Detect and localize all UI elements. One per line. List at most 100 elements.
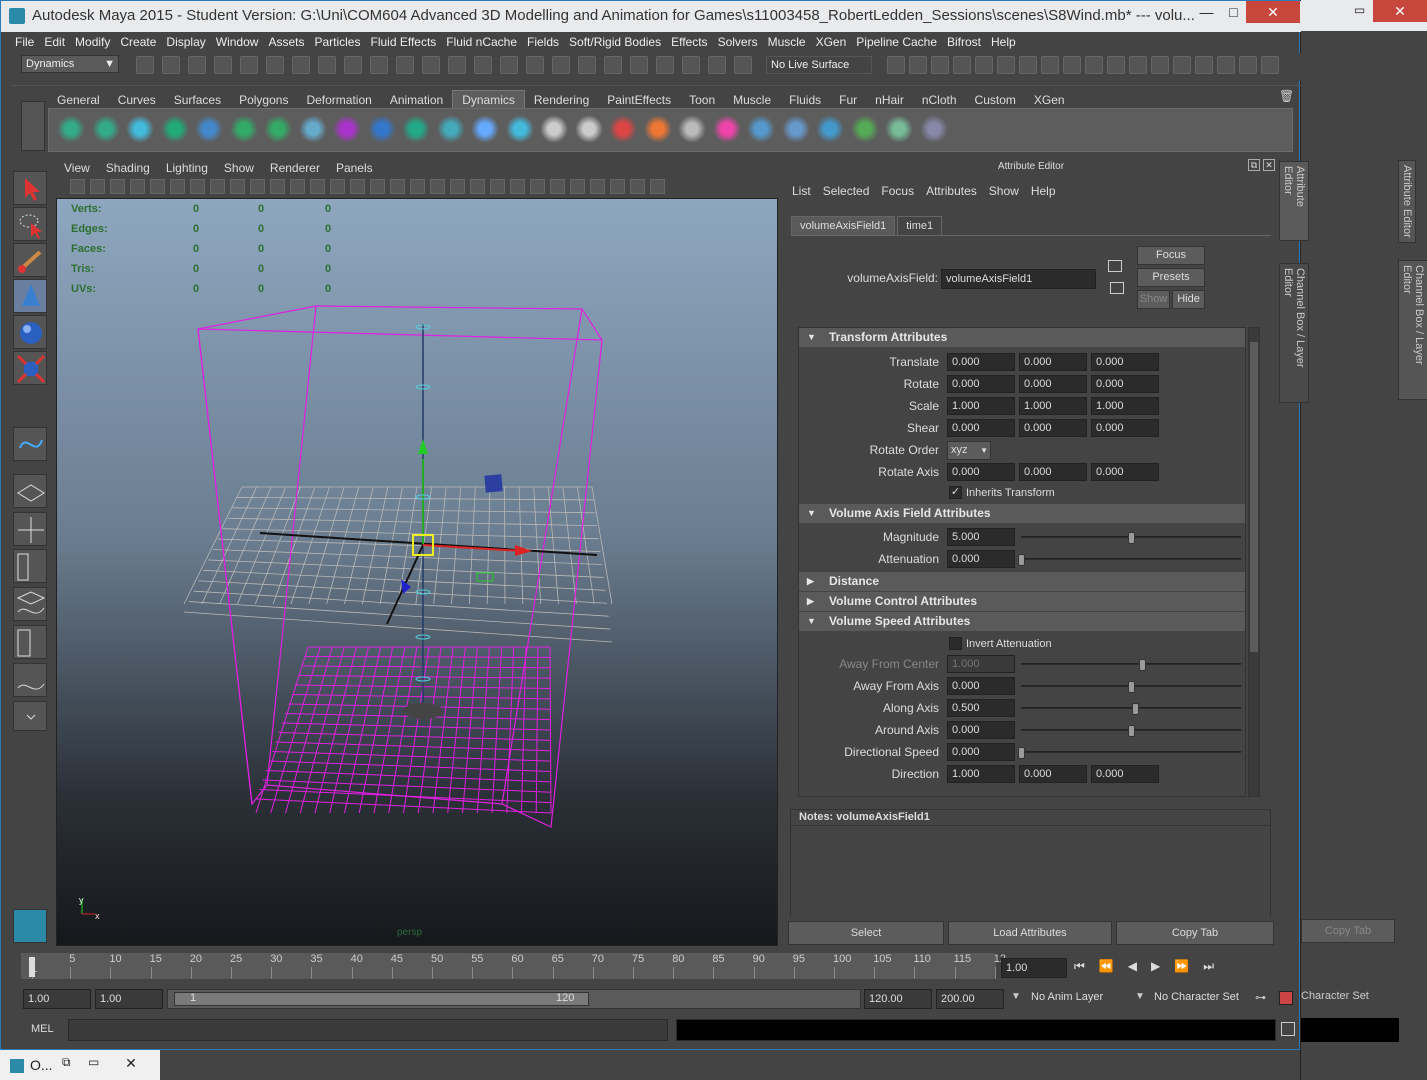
select-button[interactable]: Select bbox=[788, 921, 944, 945]
toolbar-button-icon[interactable] bbox=[318, 56, 336, 74]
toolbar-button-icon[interactable] bbox=[1063, 56, 1081, 74]
shelf-tool-icon[interactable] bbox=[747, 115, 775, 143]
paint-select-icon[interactable] bbox=[13, 243, 47, 277]
trash-icon[interactable]: 🗑 bbox=[1279, 89, 1294, 103]
toolbar-button-icon[interactable] bbox=[240, 56, 258, 74]
lasso-tool-icon[interactable] bbox=[13, 207, 47, 241]
shelf-tool-icon[interactable] bbox=[436, 115, 465, 143]
mel-label[interactable]: MEL bbox=[31, 1023, 54, 1035]
viewport-menu-show[interactable]: Show bbox=[216, 159, 262, 177]
shelf-tab-toon[interactable]: Toon bbox=[680, 91, 724, 109]
toolbar-button-icon[interactable] bbox=[1217, 56, 1235, 74]
viewport-tool-icon[interactable] bbox=[170, 179, 185, 194]
toolbar-button-icon[interactable] bbox=[1041, 56, 1059, 74]
shelf-tool-icon[interactable] bbox=[850, 115, 879, 143]
menu-modify[interactable]: Modify bbox=[71, 33, 116, 51]
viewport-tool-icon[interactable] bbox=[450, 179, 465, 194]
node-tab-volumeaxisfield1[interactable]: volumeAxisField1 bbox=[791, 216, 896, 235]
shelf-tab-curves[interactable]: Curves bbox=[109, 91, 165, 109]
persp-graph-layout-icon[interactable] bbox=[13, 587, 47, 621]
restore-icon[interactable]: ⧉ bbox=[62, 1055, 71, 1070]
rotate-axis-x-field[interactable]: 0.000 bbox=[947, 463, 1015, 481]
shelf-tab-painteffects[interactable]: PaintEffects bbox=[598, 91, 680, 109]
slider-knob[interactable] bbox=[1018, 747, 1025, 759]
viewport-tool-icon[interactable] bbox=[510, 179, 525, 194]
shelf-tab-animation[interactable]: Animation bbox=[381, 91, 452, 109]
chevron-down-icon[interactable]: ▼ bbox=[1135, 991, 1145, 1002]
viewport-tool-icon[interactable] bbox=[390, 179, 405, 194]
viewport-tool-icon[interactable] bbox=[310, 179, 325, 194]
copy-tab-button[interactable]: Copy Tab bbox=[1116, 921, 1274, 945]
around-axis-field[interactable]: 0.000 bbox=[947, 721, 1015, 739]
shear-z-field[interactable]: 0.000 bbox=[1091, 419, 1159, 437]
scale-z-field[interactable]: 1.000 bbox=[1091, 397, 1159, 415]
back-character-set[interactable]: Character Set bbox=[1301, 990, 1369, 1002]
viewport-tool-icon[interactable] bbox=[630, 179, 645, 194]
viewport-tool-icon[interactable] bbox=[270, 179, 285, 194]
attribute-scrollbar[interactable] bbox=[1248, 327, 1260, 797]
menu-bifrost[interactable]: Bifrost bbox=[943, 33, 987, 51]
viewport-tool-icon[interactable] bbox=[570, 179, 585, 194]
toolbar-button-icon[interactable] bbox=[370, 56, 388, 74]
shelf-tool-icon[interactable] bbox=[540, 115, 568, 143]
rotate-y-field[interactable]: 0.000 bbox=[1019, 375, 1087, 393]
along-axis-slider[interactable] bbox=[1021, 703, 1241, 715]
rotate-z-field[interactable]: 0.000 bbox=[1091, 375, 1159, 393]
toolbar-button-icon[interactable] bbox=[682, 56, 700, 74]
play-forward-icon[interactable]: ▶ bbox=[1151, 959, 1174, 973]
toolbar-button-icon[interactable] bbox=[931, 56, 949, 74]
shelf-tab-muscle[interactable]: Muscle bbox=[724, 91, 780, 109]
shelf-tab-general[interactable]: General bbox=[48, 91, 109, 109]
toolbar-button-icon[interactable] bbox=[474, 56, 492, 74]
directional-speed-slider[interactable] bbox=[1018, 747, 1241, 759]
viewport-menu-renderer[interactable]: Renderer bbox=[262, 159, 328, 177]
toolbar-button-icon[interactable] bbox=[188, 56, 206, 74]
key-icon[interactable]: ⊶ bbox=[1255, 991, 1266, 1004]
menu-assets[interactable]: Assets bbox=[264, 33, 310, 51]
back-copy-tab-button[interactable]: Copy Tab bbox=[1301, 919, 1395, 943]
toolbar-button-icon[interactable] bbox=[500, 56, 518, 74]
select-tool-icon[interactable] bbox=[13, 171, 47, 205]
start-time-field[interactable]: 1.00 bbox=[23, 989, 91, 1009]
direction-y-field[interactable]: 0.000 bbox=[1019, 765, 1087, 783]
taskbar-window-button[interactable]: O... ⧉ ▭ ✕ bbox=[0, 1050, 160, 1080]
translate-z-field[interactable]: 0.000 bbox=[1091, 353, 1159, 371]
toolbar-button-icon[interactable] bbox=[604, 56, 622, 74]
shelf-tool-icon[interactable] bbox=[885, 115, 913, 143]
away-from-center-field[interactable]: 1.000 bbox=[947, 655, 1015, 673]
shelf-tab-nhair[interactable]: nHair bbox=[866, 91, 913, 109]
viewport-tool-icon[interactable] bbox=[470, 179, 485, 194]
shelf-tool-icon[interactable] bbox=[816, 115, 844, 143]
single-pane-layout-icon[interactable] bbox=[13, 474, 47, 508]
toolbar-button-icon[interactable] bbox=[292, 56, 310, 74]
rotate-order-dropdown[interactable]: xyz ▼ bbox=[947, 441, 991, 460]
range-slider-handle[interactable] bbox=[174, 992, 589, 1006]
shelf-tab-xgen[interactable]: XGen bbox=[1025, 91, 1074, 109]
viewport-tool-icon[interactable] bbox=[610, 179, 625, 194]
scale-tool-icon[interactable] bbox=[13, 351, 47, 385]
shelf-tool-icon[interactable] bbox=[643, 115, 672, 143]
viewport-tool-icon[interactable] bbox=[70, 179, 85, 194]
viewport-menu-shading[interactable]: Shading bbox=[98, 159, 158, 177]
rotate-axis-z-field[interactable]: 0.000 bbox=[1091, 463, 1159, 481]
menu-window[interactable]: Window bbox=[212, 33, 265, 51]
menu-display[interactable]: Display bbox=[162, 33, 211, 51]
viewport-tool-icon[interactable] bbox=[530, 179, 545, 194]
script-editor-icon[interactable] bbox=[1281, 1022, 1295, 1036]
back-close-button[interactable]: ✕ bbox=[1373, 0, 1427, 22]
toolbar-button-icon[interactable] bbox=[578, 56, 596, 74]
volume-control-header[interactable]: ▶ Volume Control Attributes bbox=[799, 592, 1245, 611]
toolbar-button-icon[interactable] bbox=[656, 56, 674, 74]
shelf-tool-icon[interactable] bbox=[471, 115, 499, 143]
scale-y-field[interactable]: 1.000 bbox=[1019, 397, 1087, 415]
toolbar-button-icon[interactable] bbox=[1261, 56, 1279, 74]
menu-xgen[interactable]: XGen bbox=[812, 33, 853, 51]
curve-tool-icon[interactable] bbox=[13, 427, 47, 461]
viewport-tool-icon[interactable] bbox=[110, 179, 125, 194]
toolbar-button-icon[interactable] bbox=[1107, 56, 1125, 74]
viewport-tool-icon[interactable] bbox=[250, 179, 265, 194]
along-axis-field[interactable]: 0.500 bbox=[947, 699, 1015, 717]
away-from-center-slider[interactable] bbox=[1021, 659, 1241, 671]
shelf-tab-deformation[interactable]: Deformation bbox=[297, 91, 380, 109]
ae-menu-selected[interactable]: Selected bbox=[817, 182, 876, 200]
